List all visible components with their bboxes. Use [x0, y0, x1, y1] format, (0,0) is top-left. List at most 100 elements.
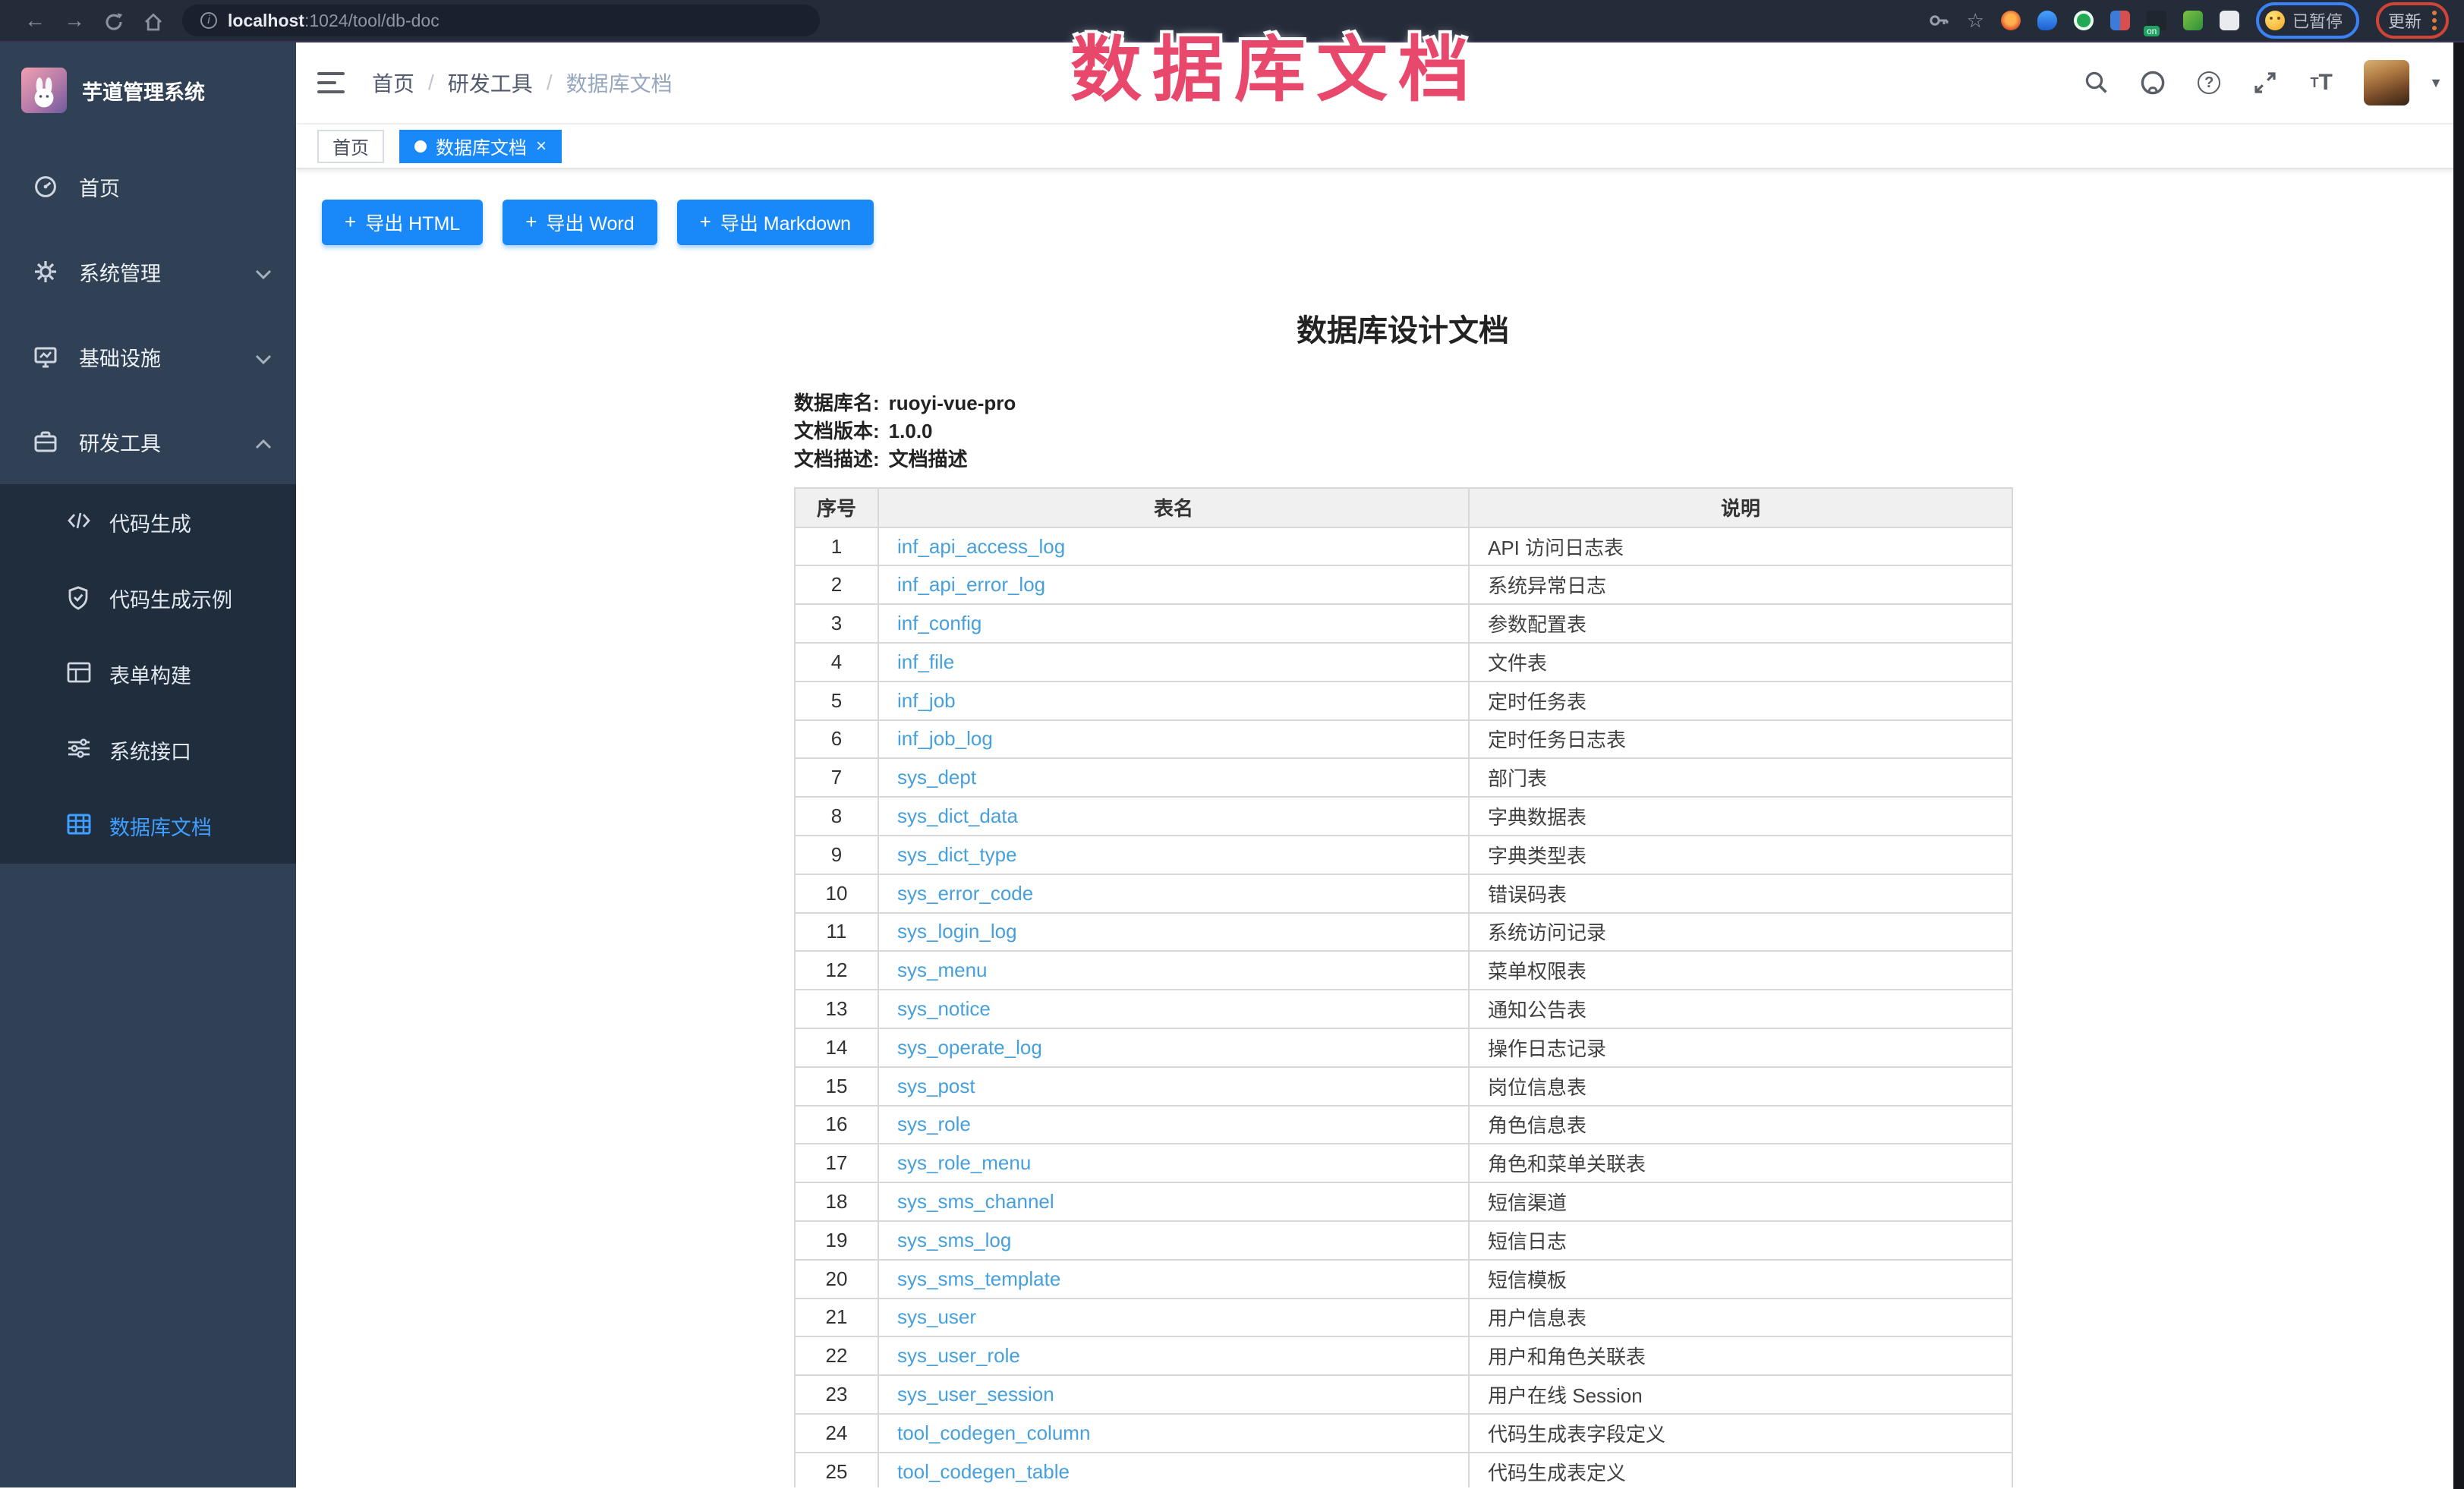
table-name-link[interactable]: sys_user_session	[897, 1383, 1054, 1406]
help-doc-icon[interactable]	[2195, 69, 2223, 96]
bookmark-star-icon[interactable]	[1967, 9, 1984, 33]
row-index: 3	[795, 604, 878, 643]
avatar-caret-icon[interactable]	[2429, 75, 2443, 91]
row-index: 5	[795, 682, 878, 720]
avatar[interactable]	[2364, 60, 2409, 105]
table-name-link[interactable]: sys_menu	[897, 959, 988, 981]
page-scrollbar[interactable]	[2453, 42, 2464, 1489]
tag-db-doc[interactable]: 数据库文档 ×	[399, 130, 562, 163]
code-icon	[67, 510, 91, 534]
table-row: 1inf_api_access_logAPI 访问日志表	[795, 527, 2012, 566]
table-name-link[interactable]: sys_post	[897, 1075, 975, 1097]
export-html-button[interactable]: + 导出 HTML	[322, 200, 483, 245]
chevron-up-icon	[255, 428, 272, 456]
row-index: 12	[795, 951, 878, 990]
fullscreen-icon[interactable]	[2251, 69, 2279, 96]
plus-icon: +	[525, 210, 537, 234]
table-name-link[interactable]: inf_job	[897, 689, 956, 712]
paused-extension-badge[interactable]: 已暂停	[2256, 2, 2359, 39]
extension-icon-3[interactable]	[2074, 11, 2094, 30]
table-header-row: 序号 表名 说明	[795, 488, 2012, 527]
update-button[interactable]: 更新	[2388, 8, 2421, 33]
sidebar-item-system[interactable]: 系统管理	[0, 229, 296, 314]
table-name-link[interactable]: sys_user	[897, 1305, 976, 1328]
search-icon[interactable]	[2083, 69, 2110, 96]
sidebar-toggle-icon[interactable]	[317, 72, 345, 93]
table-name-link[interactable]: sys_dict_type	[897, 843, 1017, 866]
export-word-button[interactable]: + 导出 Word	[503, 200, 657, 245]
table-row: 13sys_notice通知公告表	[795, 990, 2012, 1028]
export-markdown-button[interactable]: + 导出 Markdown	[677, 200, 874, 245]
breadcrumb-home[interactable]: 首页	[372, 68, 414, 98]
table-name-link[interactable]: sys_user_role	[897, 1344, 1020, 1367]
sidebar-item-codegen-demo[interactable]: 代码生成示例	[0, 560, 296, 636]
table-name-link[interactable]: inf_job_log	[897, 727, 993, 750]
tag-close-icon[interactable]: ×	[536, 137, 547, 156]
table-row: 20sys_sms_template短信模板	[795, 1260, 2012, 1299]
sidebar-item-api[interactable]: 系统接口	[0, 712, 296, 788]
meta-value: 1.0.0	[889, 420, 933, 442]
table-name-link[interactable]: tool_codegen_table	[897, 1460, 1070, 1483]
table-name-link[interactable]: sys_error_code	[897, 882, 1033, 905]
devtools-submenu: 代码生成 代码生成示例 表单构建	[0, 484, 296, 864]
row-index: 8	[795, 797, 878, 836]
sidebar-item-devtools[interactable]: 研发工具	[0, 399, 296, 484]
font-size-icon[interactable]	[2308, 69, 2335, 96]
table-name-link[interactable]: inf_file	[897, 650, 954, 673]
extension-on-badge: on	[2144, 26, 2160, 36]
table-name-link[interactable]: sys_dict_data	[897, 804, 1018, 827]
table-desc-cell: 角色信息表	[1469, 1106, 2012, 1144]
sidebar-item-form-builder[interactable]: 表单构建	[0, 636, 296, 712]
browser-menu-icon[interactable]	[2432, 11, 2437, 30]
table-name-link[interactable]: sys_operate_log	[897, 1036, 1042, 1059]
export-toolbar: + 导出 HTML + 导出 Word + 导出 Markdown	[322, 200, 2464, 245]
table-name-link[interactable]: inf_api_error_log	[897, 573, 1045, 596]
table-row: 17sys_role_menu角色和菜单关联表	[795, 1144, 2012, 1182]
sidebar-logo[interactable]: 芋道管理系统	[0, 42, 296, 118]
sidebar-item-home[interactable]: 首页	[0, 144, 296, 229]
table-name-link[interactable]: sys_dept	[897, 766, 976, 789]
table-name-link[interactable]: sys_sms_log	[897, 1229, 1011, 1251]
table-name-link[interactable]: sys_login_log	[897, 920, 1017, 943]
table-name-cell: tool_codegen_column	[878, 1414, 1469, 1453]
table-name-link[interactable]: sys_sms_channel	[897, 1190, 1054, 1213]
browser-update-group[interactable]: 更新	[2376, 2, 2449, 39]
address-bar[interactable]: localhost:1024/tool/db-doc	[182, 5, 820, 36]
extension-icon-4[interactable]	[2110, 11, 2130, 30]
row-index: 11	[795, 913, 878, 952]
table-name-cell: sys_sms_log	[878, 1221, 1469, 1260]
table-name-link[interactable]: sys_role	[897, 1113, 971, 1135]
breadcrumb-devtools[interactable]: 研发工具	[448, 68, 533, 98]
breadcrumb-separator: /	[547, 71, 553, 95]
table-name-cell: sys_dict_type	[878, 836, 1469, 874]
browser-back-icon[interactable]	[15, 0, 55, 41]
table-desc-cell: 用户在线 Session	[1469, 1375, 2012, 1414]
sidebar-item-label: 表单构建	[109, 660, 191, 689]
table-name-link[interactable]: inf_config	[897, 612, 982, 634]
sidebar-item-infra[interactable]: 基础设施	[0, 314, 296, 399]
chevron-down-icon	[255, 343, 272, 371]
password-key-icon[interactable]	[1927, 9, 1950, 32]
extension-icon-2[interactable]	[2037, 11, 2057, 30]
sidebar-item-db-doc[interactable]: 数据库文档	[0, 788, 296, 864]
github-icon[interactable]	[2139, 69, 2166, 96]
row-index: 15	[795, 1067, 878, 1106]
browser-home-icon[interactable]	[134, 0, 173, 41]
extension-icon-6[interactable]	[2183, 11, 2203, 30]
table-name-link[interactable]: tool_codegen_column	[897, 1421, 1090, 1444]
tag-home[interactable]: 首页	[317, 130, 384, 163]
extension-icon-1[interactable]	[2001, 11, 2021, 30]
table-name-link[interactable]: inf_api_access_log	[897, 535, 1065, 558]
extensions-puzzle-icon[interactable]	[2220, 11, 2239, 30]
extension-icon-5[interactable]: on	[2147, 11, 2166, 30]
table-name-link[interactable]: sys_role_menu	[897, 1151, 1031, 1174]
site-info-icon[interactable]	[200, 12, 217, 29]
browser-reload-icon[interactable]	[94, 0, 134, 41]
top-navbar: 首页 / 研发工具 / 数据库文档	[296, 42, 2464, 124]
plus-icon: +	[700, 210, 711, 234]
table-name-link[interactable]: sys_sms_template	[897, 1267, 1060, 1290]
sidebar-item-codegen[interactable]: 代码生成	[0, 484, 296, 560]
breadcrumb-current: 数据库文档	[566, 68, 673, 98]
browser-forward-icon[interactable]	[55, 0, 94, 41]
table-name-link[interactable]: sys_notice	[897, 997, 991, 1020]
